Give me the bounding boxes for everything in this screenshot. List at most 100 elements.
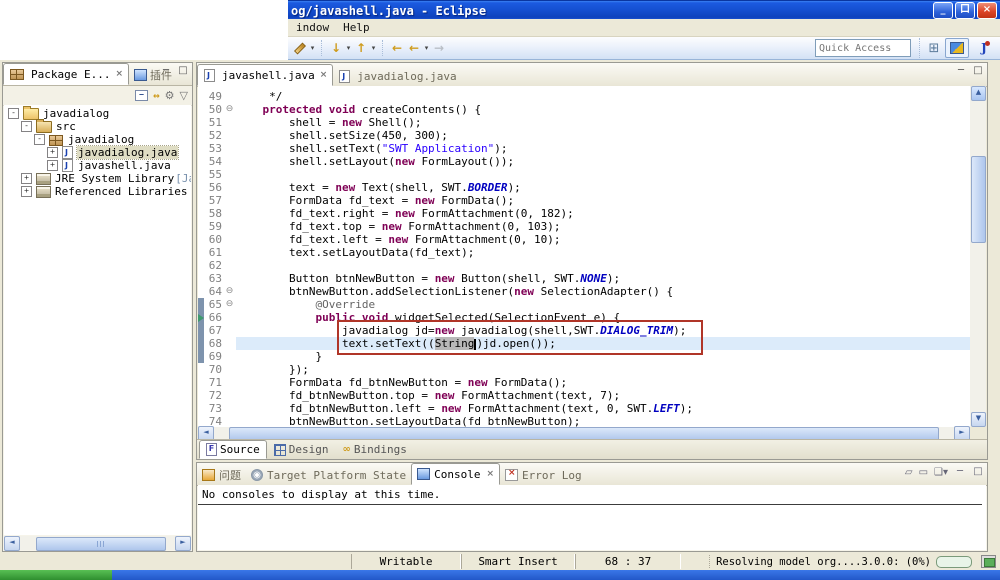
java-perspective-button[interactable]: J	[972, 38, 996, 58]
open-console-icon[interactable]: ❑▾	[934, 467, 948, 478]
tab-target-platform-state[interactable]: Target Platform State	[246, 465, 411, 485]
chevron-down-icon[interactable]: ▾	[309, 40, 316, 56]
scroll-thumb[interactable]	[971, 156, 986, 243]
start-button[interactable]	[0, 570, 112, 580]
back-icon[interactable]: ←	[406, 40, 422, 56]
code-line[interactable]: 52 shell.setSize(450, 300);	[198, 129, 970, 142]
close-icon[interactable]: ×	[115, 69, 123, 79]
menu-window[interactable]: indow	[296, 21, 329, 34]
code-editor[interactable]: 49 */50⊖ protected void createContents()…	[198, 86, 970, 427]
code-line[interactable]: 54 shell.setLayout(new FormLayout());	[198, 155, 970, 168]
next-annotation-icon[interactable]: ↓	[328, 40, 344, 56]
scroll-up-icon[interactable]: ▲	[971, 86, 986, 101]
expand-icon[interactable]: +	[21, 186, 32, 197]
maximize-view-icon[interactable]: □	[972, 467, 984, 478]
line-number: 57	[198, 194, 223, 207]
scroll-left-icon[interactable]: ◄	[4, 536, 20, 551]
code-line[interactable]: 61 text.setLayoutData(fd_text);	[198, 246, 970, 259]
restore-button[interactable]: 口	[955, 2, 975, 19]
fold-marker-icon[interactable]: ⊖	[223, 298, 236, 311]
tab-problems[interactable]: 问题	[197, 465, 246, 485]
expand-icon[interactable]: +	[47, 147, 58, 158]
code-line[interactable]: 57 FormData fd_text = new FormData();	[198, 194, 970, 207]
code-line[interactable]: 74 btnNewButton.setLayoutData(fd_btnNewB…	[198, 415, 970, 427]
code-line[interactable]: 70 });	[198, 363, 970, 376]
forward-icon[interactable]: →	[431, 40, 447, 56]
back-to-icon[interactable]: ←	[389, 40, 405, 56]
tab-javashell[interactable]: javashell.java ×	[197, 64, 333, 86]
progress-view-icon[interactable]	[981, 555, 996, 568]
maximize-view-icon[interactable]: □	[972, 66, 984, 77]
expand-icon[interactable]: +	[47, 160, 58, 171]
menu-help[interactable]: Help	[343, 21, 370, 34]
fold-marker-icon[interactable]: ⊖	[223, 103, 236, 116]
package-explorer-hscrollbar[interactable]: ◄ ►	[4, 536, 191, 550]
last-edit-location-icon[interactable]	[292, 40, 308, 56]
collapse-icon[interactable]: -	[34, 134, 45, 145]
code-line[interactable]: 56 text = new Text(shell, SWT.BORDER);	[198, 181, 970, 194]
view-menu-icon[interactable]: ▽	[180, 89, 188, 102]
close-button[interactable]: ×	[977, 2, 997, 19]
tree-item-javadialog[interactable]: -javadialog	[4, 133, 191, 146]
minimize-view-icon[interactable]: ─	[160, 66, 172, 77]
code-line[interactable]: 49 */	[198, 90, 970, 103]
code-line[interactable]: 50⊖ protected void createContents() {	[198, 103, 970, 116]
code-line[interactable]: 64⊖ btnNewButton.addSelectionListener(ne…	[198, 285, 970, 298]
focus-icon[interactable]: ⚙	[165, 89, 175, 102]
tab-error-log[interactable]: Error Log	[500, 465, 587, 485]
code-line[interactable]: 53 shell.setText("SWT Application");	[198, 142, 970, 155]
tab-package-explorer[interactable]: Package E... ×	[3, 63, 129, 85]
maximize-view-icon[interactable]: □	[177, 66, 189, 77]
minimize-view-icon[interactable]: ─	[955, 66, 967, 77]
close-icon[interactable]: ×	[320, 70, 328, 80]
tree-item-javadialog-java[interactable]: +javadialog.java	[4, 146, 191, 159]
tree-item-javashell-java[interactable]: +javashell.java	[4, 159, 191, 172]
previous-annotation-icon[interactable]: ↑	[353, 40, 369, 56]
chevron-down-icon[interactable]: ▾	[423, 40, 430, 56]
code-line[interactable]: 51 shell = new Shell();	[198, 116, 970, 129]
editor-vscrollbar[interactable]: ▲ ▼	[970, 86, 986, 427]
code-line[interactable]: 59 fd_text.top = new FormAttachment(0, 1…	[198, 220, 970, 233]
tab-bindings[interactable]: ∞ Bindings	[336, 440, 414, 459]
display-console-icon[interactable]: ▭	[919, 467, 928, 478]
code-line[interactable]: 62	[198, 259, 970, 272]
chevron-down-icon[interactable]: ▾	[345, 40, 352, 56]
minimize-button[interactable]: _	[933, 2, 953, 19]
tree-item-javadialog[interactable]: -javadialog	[4, 107, 191, 120]
tree-item-src[interactable]: -src	[4, 120, 191, 133]
tree-item-jre-system-library[interactable]: +JRE System Library [JavaSE-1.	[4, 172, 191, 185]
scroll-right-icon[interactable]: ►	[175, 536, 191, 551]
code-line[interactable]: 58 fd_text.right = new FormAttachment(0,…	[198, 207, 970, 220]
javaee-perspective-button[interactable]	[945, 38, 969, 58]
collapse-icon[interactable]: -	[8, 108, 19, 119]
pin-console-icon[interactable]: ▱	[905, 467, 913, 478]
scroll-down-icon[interactable]: ▼	[971, 412, 986, 427]
code-line[interactable]: 63 Button btnNewButton = new Button(shel…	[198, 272, 970, 285]
code-line[interactable]: 60 fd_text.left = new FormAttachment(0, …	[198, 233, 970, 246]
minimize-view-icon[interactable]: ─	[954, 467, 966, 478]
expand-icon[interactable]: +	[21, 173, 32, 184]
link-with-editor-icon[interactable]: ↔	[153, 89, 160, 102]
tab-source[interactable]: F Source	[199, 440, 267, 459]
code-line[interactable]: 55	[198, 168, 970, 181]
scroll-thumb[interactable]	[36, 537, 166, 551]
code-line[interactable]: 71 FormData fd_btnNewButton = new FormDa…	[198, 376, 970, 389]
close-icon[interactable]: ×	[486, 469, 494, 479]
tab-console[interactable]: Console ×	[411, 463, 500, 485]
code-text: shell.setSize(450, 300);	[236, 129, 970, 142]
taskbar[interactable]	[0, 570, 1000, 580]
code-line[interactable]: 65⊖ @Override	[198, 298, 970, 311]
tree-item-referenced-libraries[interactable]: +Referenced Libraries	[4, 185, 191, 198]
code-line[interactable]: 73 fd_btnNewButton.left = new FormAttach…	[198, 402, 970, 415]
code-line[interactable]: 72 fd_btnNewButton.top = new FormAttachm…	[198, 389, 970, 402]
open-perspective-icon[interactable]: ⊞	[926, 40, 942, 56]
collapse-all-icon[interactable]: −	[135, 90, 148, 101]
tab-design[interactable]: Design	[267, 440, 336, 459]
quick-access-input[interactable]	[815, 39, 911, 57]
chevron-down-icon[interactable]: ▾	[370, 40, 377, 56]
console-body[interactable]: No consoles to display at this time.	[198, 485, 986, 550]
window-titlebar[interactable]: og/javashell.java - Eclipse _ 口 ×	[288, 0, 1000, 20]
fold-marker-icon[interactable]: ⊖	[223, 285, 236, 298]
collapse-icon[interactable]: -	[21, 121, 32, 132]
tab-javadialog[interactable]: javadialog.java	[333, 66, 461, 86]
